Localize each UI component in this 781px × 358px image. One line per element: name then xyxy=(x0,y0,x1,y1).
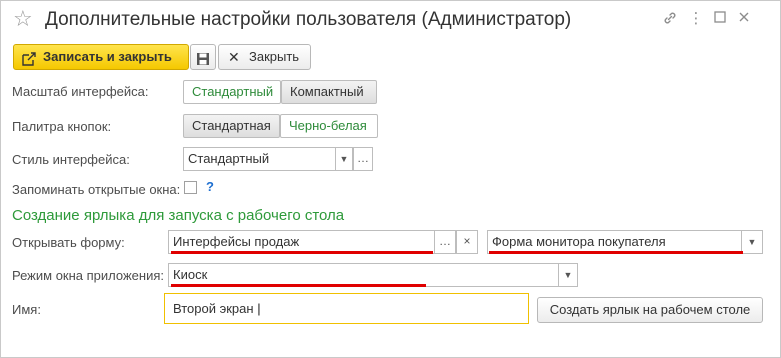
scale-option-standard[interactable]: Стандартный xyxy=(183,80,281,104)
name-input[interactable]: Второй экран | xyxy=(164,293,529,324)
help-icon[interactable]: ? xyxy=(206,179,214,194)
open-form-label: Открывать форму: xyxy=(12,235,125,250)
open-form-clear-button[interactable]: × xyxy=(456,230,478,254)
remember-checkbox[interactable] xyxy=(184,181,197,194)
mode-label: Режим окна приложения: xyxy=(12,268,164,283)
link-icon[interactable] xyxy=(661,10,679,28)
style-select[interactable]: Стандартный xyxy=(183,147,336,171)
name-label: Имя: xyxy=(12,302,41,317)
dropdown-arrow-icon: ▼ xyxy=(339,154,349,164)
create-shortcut-button[interactable]: Создать ярлык на рабочем столе xyxy=(537,297,763,323)
close-button[interactable]: ✕ Закрыть xyxy=(218,44,311,70)
more-options-icon[interactable]: ⋮ xyxy=(687,10,705,28)
floppy-disk-icon xyxy=(196,50,210,74)
save-and-close-button[interactable]: Записать и закрыть xyxy=(13,44,189,70)
palette-label: Палитра кнопок: xyxy=(12,119,112,134)
close-window-icon[interactable] xyxy=(735,10,753,28)
red-underline xyxy=(171,251,433,254)
mode-dropdown-button[interactable]: ▼ xyxy=(558,263,578,287)
style-label: Стиль интерфейса: xyxy=(12,152,130,167)
shortcut-section-title: Создание ярлыка для запуска с рабочего с… xyxy=(12,207,345,224)
style-dropdown-button[interactable]: ▼ xyxy=(335,147,353,171)
save-button[interactable] xyxy=(190,44,216,70)
close-label: Закрыть xyxy=(249,49,300,64)
maximize-icon[interactable] xyxy=(711,10,729,28)
style-choose-button[interactable]: … xyxy=(353,147,373,171)
red-underline xyxy=(489,251,743,254)
scale-label: Масштаб интерфейса: xyxy=(12,84,149,99)
save-close-icon xyxy=(22,50,36,74)
form-dropdown-button[interactable]: ▼ xyxy=(741,230,763,254)
scale-option-compact[interactable]: Компактный xyxy=(281,80,377,104)
dropdown-arrow-icon: ▼ xyxy=(747,237,757,247)
palette-option-standard[interactable]: Стандартная xyxy=(183,114,280,138)
palette-option-bw[interactable]: Черно-белая xyxy=(280,114,378,138)
name-input-value: Второй экран xyxy=(173,301,254,316)
red-underline xyxy=(171,284,426,287)
dropdown-arrow-icon: ▼ xyxy=(563,270,573,280)
settings-window: ☆ Дополнительные настройки пользователя … xyxy=(0,0,781,358)
close-x-icon: ✕ xyxy=(228,49,240,65)
window-title: Дополнительные настройки пользователя (А… xyxy=(45,9,572,30)
ellipsis-icon: … xyxy=(357,151,369,165)
open-form-choose-button[interactable]: … xyxy=(434,230,456,254)
save-and-close-label: Записать и закрыть xyxy=(43,49,172,64)
clear-x-icon: × xyxy=(463,234,471,248)
favorite-star-icon[interactable]: ☆ xyxy=(13,7,33,31)
remember-label: Запоминать открытые окна: xyxy=(12,182,181,197)
ellipsis-icon: … xyxy=(439,234,451,248)
